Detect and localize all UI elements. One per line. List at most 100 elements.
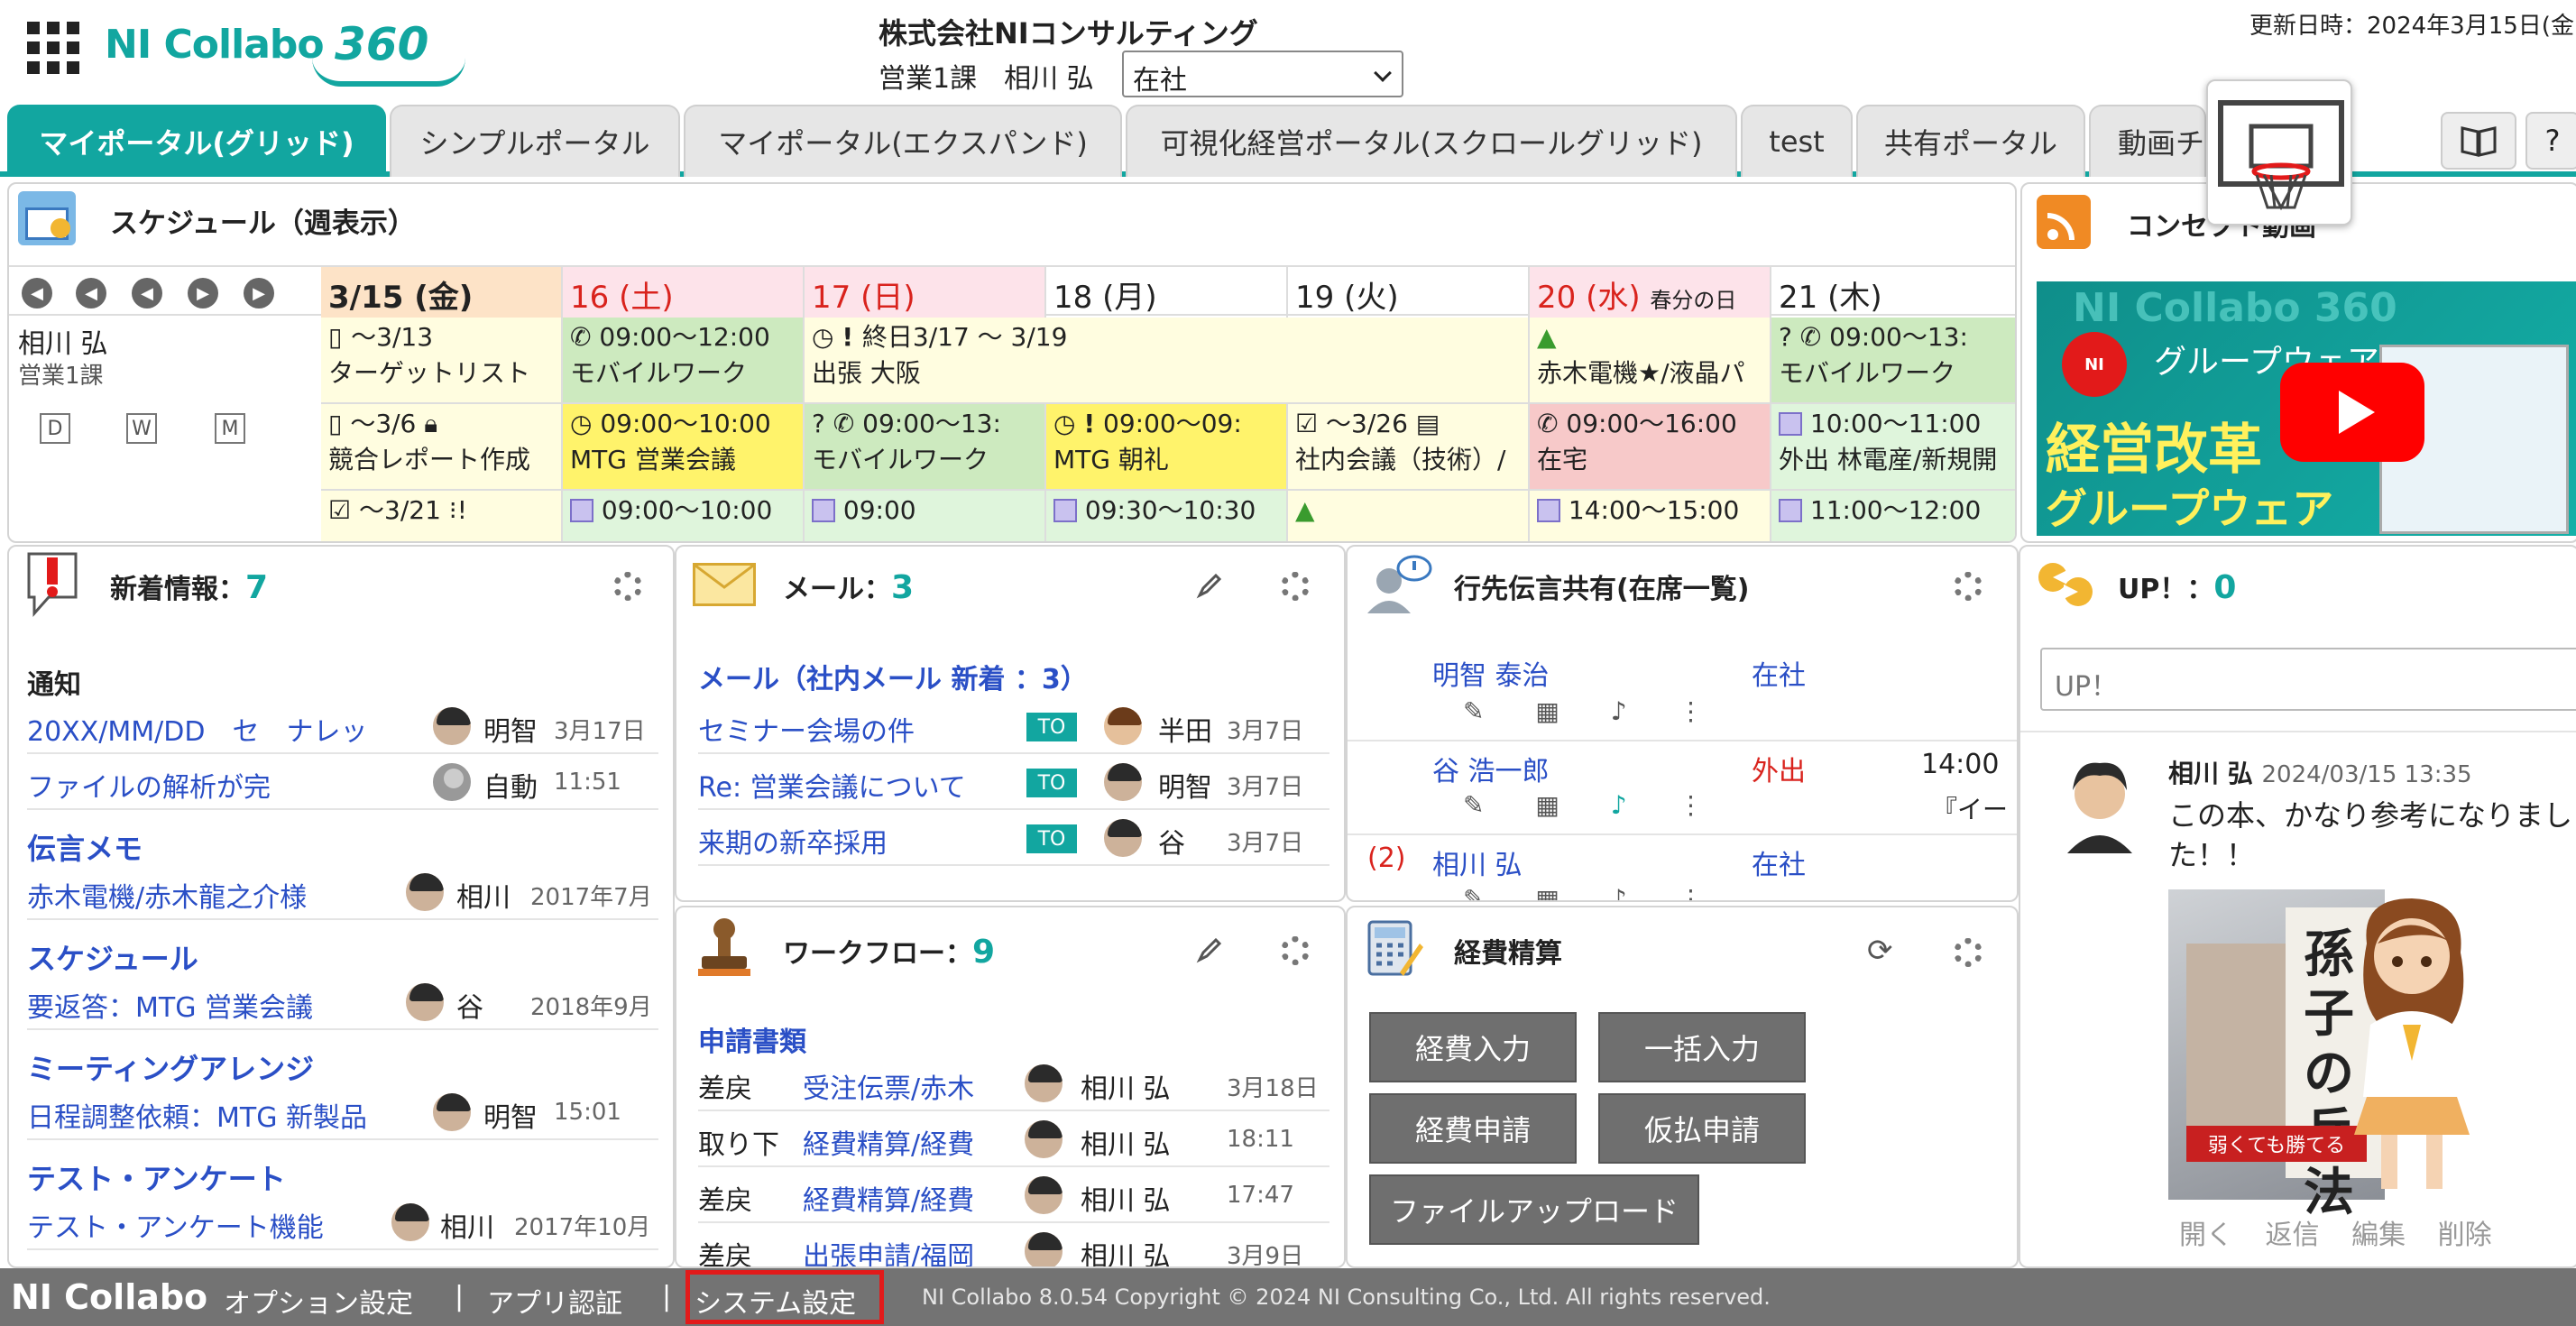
- next-week-icon[interactable]: ▶: [244, 278, 274, 308]
- person-name[interactable]: 相川 弘: [1432, 843, 1523, 882]
- refresh-icon[interactable]: ⟳: [1867, 933, 1893, 969]
- presence-status-select[interactable]: 在社: [1122, 51, 1403, 97]
- schedule-event[interactable]: 10:00～11:00 外出 林電産/新規開: [1771, 404, 2015, 491]
- tab-visual-portal[interactable]: 可視化経営ポータル(スクロールグリッド): [1126, 105, 1737, 177]
- tab-my-portal-expand[interactable]: マイポータル(エクスパンド): [684, 105, 1122, 177]
- advance-request-button[interactable]: 仮払申請: [1598, 1093, 1806, 1164]
- schedule-event[interactable]: ◷ ! 終日3/17 ～ 3/19 出張 大阪: [805, 318, 1530, 404]
- mail-heading[interactable]: メール（社内メール 新着 ：3）: [698, 657, 1088, 696]
- person-name[interactable]: 明智 泰治: [1432, 653, 1550, 693]
- file-upload-button[interactable]: ファイルアップロード: [1369, 1174, 1699, 1245]
- expense-input-button[interactable]: 経費入力: [1369, 1012, 1577, 1082]
- presence-status[interactable]: 在社: [1752, 843, 1806, 882]
- video-thumbnail[interactable]: NI Collabo 360 NI グループウェア『NI… 経営改革 グループウ…: [2037, 281, 2576, 536]
- list-item[interactable]: Re: 営業会議について TO 明智 3月7日: [698, 756, 1329, 810]
- gear-icon[interactable]: [1281, 936, 1310, 965]
- schedule-event[interactable]: 11:00～12:00: [1771, 491, 2015, 541]
- gear-icon[interactable]: [1281, 572, 1310, 601]
- month-view-button[interactable]: M: [215, 413, 245, 444]
- presence-actions[interactable]: ✎ ▦ ♪ ⋮: [1463, 790, 1725, 820]
- tab-my-portal-grid[interactable]: マイポータル(グリッド): [7, 105, 386, 177]
- schedule-event[interactable]: ✆ 09:00～12:00 モバイルワーク: [563, 318, 805, 404]
- next-day-icon[interactable]: ▶: [188, 278, 218, 308]
- tab-shared-portal[interactable]: 共有ポータル: [1856, 105, 2085, 177]
- pencil-icon[interactable]: [1196, 572, 1223, 599]
- list-item[interactable]: 20XX/MM/DD セ ナレッ 明智 3月17日: [27, 700, 658, 754]
- list-item[interactable]: セミナー会場の件 TO 半田 3月7日: [698, 700, 1329, 754]
- pencil-icon[interactable]: [1196, 936, 1223, 963]
- day-header[interactable]: 21 (木): [1771, 267, 2015, 318]
- week-view-button[interactable]: W: [126, 413, 157, 444]
- tab-video[interactable]: 動画チ: [2089, 105, 2206, 177]
- prev-day-icon[interactable]: ◀: [132, 278, 162, 308]
- gear-icon[interactable]: [613, 572, 642, 601]
- edit-link[interactable]: 編集: [2351, 1220, 2406, 1251]
- schedule-event[interactable]: ☑ ～3/26 ▤ 社内会議（技術）/: [1288, 404, 1530, 491]
- schedule-event[interactable]: 09:00～10:00: [563, 491, 805, 541]
- list-item[interactable]: 要返答：MTG 営業会議 谷 2018年9月: [27, 976, 658, 1030]
- bulk-input-button[interactable]: 一括入力: [1598, 1012, 1806, 1082]
- up-post-input[interactable]: UP！: [2040, 648, 2576, 711]
- list-item[interactable]: 来期の新卒採用 TO 谷 3月7日: [698, 812, 1329, 866]
- list-item[interactable]: ファイルの解析が完 自動 11:51: [27, 756, 658, 810]
- schedule-event[interactable]: ? ✆ 09:00～13: モバイルワーク: [1771, 318, 2015, 404]
- schedule-event[interactable]: 09:00: [805, 491, 1046, 541]
- help-icon[interactable]: ?: [2525, 112, 2576, 170]
- table-row[interactable]: 取り下 経費精算/経費 相川 弘 18:11: [698, 1113, 1329, 1167]
- app-menu-icon[interactable]: [27, 22, 79, 74]
- manual-book-icon[interactable]: [2441, 112, 2516, 170]
- table-row[interactable]: 差戻 出張申請/福岡 相川 弘 3月9日: [698, 1225, 1329, 1266]
- post-actions[interactable]: 開く 返信 編集 削除: [2179, 1212, 2492, 1252]
- schedule-event[interactable]: ▲: [1288, 491, 1530, 541]
- presence-status[interactable]: 外出: [1752, 749, 1806, 788]
- message-count[interactable]: (2): [1367, 843, 1406, 874]
- expense-request-button[interactable]: 経費申請: [1369, 1093, 1577, 1164]
- delete-link[interactable]: 削除: [2438, 1220, 2492, 1251]
- day-header[interactable]: 3/15 (金): [321, 267, 563, 318]
- schedule-event[interactable]: ▲ 赤木電機★/液晶パ: [1530, 318, 1771, 404]
- open-link[interactable]: 開く: [2179, 1220, 2233, 1251]
- schedule-event[interactable]: ✆ 09:00～16:00 在宅: [1530, 404, 1771, 491]
- presence-actions[interactable]: ✎ ▦ ♪ ⋮: [1463, 884, 1725, 900]
- day-header[interactable]: 20 (水) 春分の日: [1530, 267, 1771, 318]
- news-section-heading[interactable]: スケジュール: [27, 936, 198, 978]
- schedule-user-name[interactable]: 相川 弘: [18, 321, 108, 361]
- tab-test[interactable]: test: [1741, 105, 1853, 177]
- gear-icon[interactable]: [1954, 572, 1983, 601]
- news-section-heading[interactable]: テスト・アンケート: [27, 1156, 286, 1198]
- play-icon[interactable]: [2280, 363, 2424, 462]
- list-item[interactable]: 赤木電機/赤木龍之介様 相川 2017年7月: [27, 866, 658, 920]
- person-name[interactable]: 谷 浩一郎: [1432, 749, 1550, 788]
- schedule-event[interactable]: ▯ ～3/6 🔒︎ 競合レポート作成: [321, 404, 563, 491]
- gear-icon[interactable]: [1954, 938, 1983, 967]
- workflow-heading[interactable]: 申請書類: [698, 1019, 806, 1059]
- day-header[interactable]: 17 (日): [805, 267, 1046, 318]
- day-header[interactable]: 18 (月): [1046, 267, 1288, 318]
- day-view-button[interactable]: D: [40, 413, 70, 444]
- day-header[interactable]: 16 (土): [563, 267, 805, 318]
- day-header[interactable]: 19 (火): [1288, 267, 1530, 318]
- schedule-event[interactable]: ? ✆ 09:00～13: モバイルワーク: [805, 404, 1046, 491]
- table-row[interactable]: 差戻 受注伝票/赤木 相川 弘 3月18日: [698, 1057, 1329, 1111]
- presence-actions[interactable]: ✎ ▦ ♪ ⋮: [1463, 696, 1725, 726]
- schedule-event[interactable]: 09:30～10:30: [1046, 491, 1288, 541]
- news-section-heading[interactable]: 伝言メモ: [27, 826, 143, 868]
- avatar[interactable]: [2058, 754, 2141, 853]
- tab-simple-portal[interactable]: シンプルポータル: [390, 105, 680, 177]
- schedule-event[interactable]: ▯ ～3/13 ターゲットリスト: [321, 318, 563, 404]
- news-section-heading[interactable]: ミーティングアレンジ: [27, 1046, 314, 1088]
- app-auth-link[interactable]: アプリ認証: [487, 1281, 622, 1321]
- table-row[interactable]: 差戻 経費精算/経費 相川 弘 17:47: [698, 1169, 1329, 1223]
- schedule-event[interactable]: ◷ ! 09:00～09: MTG 朝礼: [1046, 404, 1288, 491]
- option-settings-link[interactable]: オプション設定: [224, 1281, 413, 1321]
- prev-week-far-icon[interactable]: ◀: [22, 278, 52, 308]
- schedule-event[interactable]: ☑ ～3/21 ⁝!: [321, 491, 563, 541]
- schedule-event[interactable]: ◷ 09:00～10:00 MTG 営業会議: [563, 404, 805, 491]
- basketball-hoop-icon[interactable]: [2206, 79, 2352, 226]
- presence-status[interactable]: 在社: [1752, 653, 1806, 693]
- schedule-event[interactable]: 14:00～15:00: [1530, 491, 1771, 541]
- post-author[interactable]: 相川 弘 2024/03/15 13:35: [2168, 754, 2472, 790]
- list-item[interactable]: 日程調整依頼：MTG 新製品 明智 15:01: [27, 1086, 658, 1140]
- logo[interactable]: NI Collabo 360: [105, 13, 465, 87]
- prev-week-icon[interactable]: ◀: [76, 278, 106, 308]
